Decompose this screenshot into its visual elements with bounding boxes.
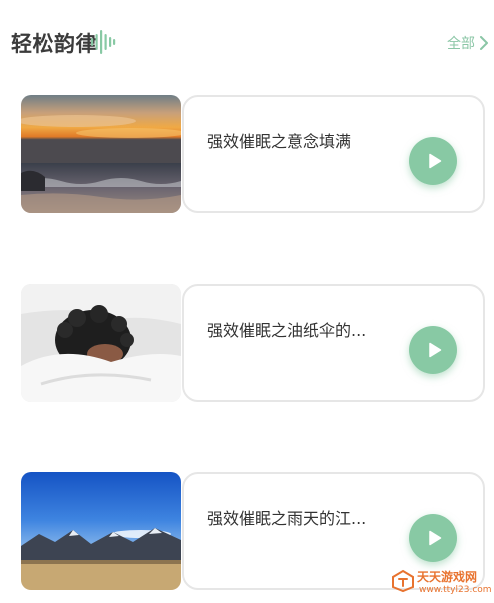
view-all-link[interactable]: 全部 (447, 33, 489, 53)
watermark-logo-icon (392, 569, 414, 593)
chevron-right-icon (480, 36, 488, 50)
sound-wave-icon (91, 30, 116, 54)
play-icon (428, 342, 441, 358)
track-title: 强效催眠之意念填满 (207, 132, 352, 151)
track-thumbnail-sleeping (21, 284, 181, 402)
play-button[interactable] (409, 326, 457, 374)
track-title: 强效催眠之雨天的江... (207, 509, 367, 528)
play-icon (428, 153, 441, 169)
play-button[interactable] (409, 514, 457, 562)
watermark-url: www.ttyl23.com (419, 585, 492, 595)
track-title: 强效催眠之油纸伞的... (207, 321, 367, 340)
track-info-panel: 强效催眠之油纸伞的... (182, 284, 485, 402)
view-all-label: 全部 (447, 36, 475, 52)
track-card[interactable]: 强效催眠之油纸伞的... (21, 284, 485, 402)
track-thumbnail-mountain (21, 472, 181, 590)
watermark-name: 天天游戏网 (417, 570, 478, 584)
watermark: 天天游戏网 www.ttyl23.com (391, 566, 492, 598)
track-thumbnail-sunset (21, 95, 181, 213)
track-card[interactable]: 强效催眠之意念填满 (21, 95, 485, 213)
section-title: 轻松韵律 (11, 32, 97, 56)
play-icon (428, 530, 441, 546)
section-header: 轻松韵律 全部 (0, 0, 494, 86)
track-info-panel: 强效催眠之意念填满 (182, 95, 485, 213)
play-button[interactable] (409, 137, 457, 185)
